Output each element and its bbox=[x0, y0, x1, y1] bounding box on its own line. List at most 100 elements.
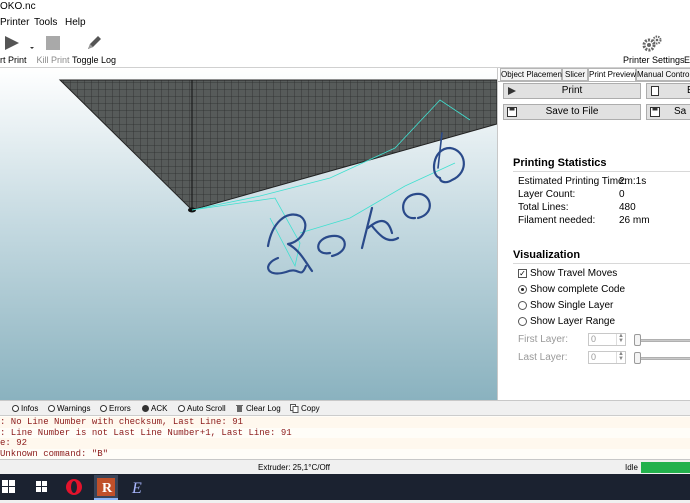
auto-scroll-label: Auto Scroll bbox=[187, 404, 226, 413]
filter-warnings-toggle[interactable]: Warnings bbox=[48, 404, 91, 413]
toggle-log-button[interactable]: Toggle Log bbox=[72, 33, 116, 66]
window-titlebar: OKO.nc bbox=[0, 0, 690, 14]
window-title: OKO.nc bbox=[0, 1, 36, 12]
toggle-icon bbox=[12, 405, 19, 412]
radio-selected-icon bbox=[518, 285, 527, 294]
spinner-arrows-icon[interactable]: ▲ ▼ bbox=[616, 351, 625, 363]
radio-icon bbox=[518, 301, 527, 310]
menu-help[interactable]: Help bbox=[65, 14, 86, 31]
app-e-icon[interactable]: E bbox=[131, 480, 142, 497]
first-layer-slider-thumb[interactable] bbox=[634, 334, 641, 346]
copy-icon bbox=[290, 404, 299, 413]
stat-label: Total Lines: bbox=[518, 202, 569, 213]
start-print-button[interactable]: rt Print bbox=[0, 33, 28, 66]
play-icon bbox=[508, 87, 516, 95]
stat-value: 480 bbox=[619, 202, 636, 213]
auto-scroll-toggle[interactable]: Auto Scroll bbox=[178, 404, 226, 413]
print-secondary-button[interactable]: E bbox=[646, 83, 690, 99]
first-layer-label: First Layer: bbox=[518, 334, 569, 345]
pencil-icon bbox=[88, 36, 101, 49]
log-line: : No Line Number with checksum, Last Lin… bbox=[0, 417, 690, 428]
start-print-dropdown[interactable] bbox=[28, 33, 36, 66]
first-layer-value: 0 bbox=[591, 334, 597, 344]
kill-print-label: Kill Print bbox=[36, 55, 70, 65]
document-icon bbox=[651, 86, 659, 96]
printer-state: Idle bbox=[625, 463, 638, 472]
copy-log-label: Copy bbox=[301, 404, 320, 413]
stat-label: Filament needed: bbox=[518, 215, 596, 226]
printing-statistics-title: Printing Statistics bbox=[513, 157, 607, 169]
menu-printer[interactable]: Printer bbox=[0, 14, 29, 31]
last-layer-value: 0 bbox=[591, 352, 597, 362]
taskbar: R E bbox=[0, 474, 690, 500]
extruder-status: Extruder: 25,1°C/Off bbox=[258, 463, 330, 472]
menu-tools[interactable]: Tools bbox=[34, 14, 57, 31]
first-layer-slider[interactable] bbox=[635, 339, 690, 342]
filter-ack-toggle[interactable]: ACK bbox=[142, 404, 167, 413]
print-button-label: Print bbox=[561, 85, 583, 96]
toggle-icon bbox=[48, 405, 55, 412]
last-layer-slider-thumb[interactable] bbox=[634, 352, 641, 364]
show-layer-range-label: Show Layer Range bbox=[530, 316, 616, 327]
gears-icon bbox=[642, 35, 662, 52]
stat-label: Layer Count: bbox=[518, 189, 576, 200]
kill-print-button[interactable]: Kill Print bbox=[36, 33, 70, 66]
save-secondary-label: Sa bbox=[674, 106, 687, 117]
filter-infos-label: Infos bbox=[21, 404, 39, 413]
save-secondary-button[interactable]: Sa bbox=[646, 104, 690, 120]
windows-start-icon[interactable] bbox=[2, 480, 15, 493]
last-layer-spinner[interactable]: 0 ▲ ▼ bbox=[588, 351, 626, 364]
show-single-layer-radio[interactable]: Show Single Layer bbox=[518, 300, 613, 311]
tab-object-placement[interactable]: Object Placement bbox=[500, 68, 564, 81]
last-layer-slider[interactable] bbox=[635, 357, 690, 360]
toggle-icon bbox=[100, 405, 107, 412]
save-icon bbox=[507, 107, 517, 117]
printer-settings-button[interactable]: Printer Settings bbox=[623, 33, 685, 66]
spinner-arrows-icon[interactable]: ▲ ▼ bbox=[616, 333, 625, 345]
3d-scene[interactable] bbox=[0, 68, 497, 400]
toolbar-cut-label: E bbox=[684, 55, 690, 65]
svg-text:R: R bbox=[102, 481, 113, 496]
menu-bar: Printer Tools Help bbox=[0, 14, 690, 31]
stat-value: 0 bbox=[619, 189, 625, 200]
toggle-icon bbox=[178, 405, 185, 412]
copy-log-button[interactable]: Copy bbox=[290, 404, 320, 413]
start-print-label: rt Print bbox=[0, 55, 27, 65]
show-layer-range-radio[interactable]: Show Layer Range bbox=[518, 316, 615, 327]
svg-text:E: E bbox=[131, 480, 142, 497]
radio-icon bbox=[518, 317, 527, 326]
save-to-file-label: Save to File bbox=[545, 106, 599, 117]
play-icon bbox=[5, 36, 19, 50]
filter-warnings-label: Warnings bbox=[57, 404, 91, 413]
last-layer-label: Last Layer: bbox=[518, 352, 568, 363]
save-to-file-button[interactable]: Save to File bbox=[503, 104, 641, 120]
tab-manual-control[interactable]: Manual Control bbox=[636, 68, 690, 81]
first-layer-spinner[interactable]: 0 ▲ ▼ bbox=[588, 333, 626, 346]
filter-infos-toggle[interactable]: Infos bbox=[12, 404, 38, 413]
show-travel-moves-label: Show Travel Moves bbox=[530, 268, 618, 279]
log-line: e: 92 bbox=[0, 438, 690, 449]
log-output[interactable]: : No Line Number with checksum, Last Lin… bbox=[0, 415, 690, 460]
toggle-icon bbox=[142, 405, 149, 412]
stat-label: Estimated Printing Time: bbox=[518, 176, 627, 187]
chevron-down-icon bbox=[30, 47, 34, 49]
visualization-title: Visualization bbox=[513, 249, 581, 261]
opera-icon[interactable] bbox=[66, 479, 82, 495]
print-button[interactable]: Print bbox=[503, 83, 641, 99]
3d-preview-viewport[interactable] bbox=[0, 68, 497, 400]
windows-logo-icon[interactable] bbox=[36, 481, 47, 492]
show-complete-code-label: Show complete Code bbox=[530, 284, 626, 295]
tab-slicer[interactable]: Slicer bbox=[562, 68, 588, 81]
filter-errors-toggle[interactable]: Errors bbox=[100, 404, 131, 413]
show-travel-moves-checkbox[interactable]: ✓ Show Travel Moves bbox=[518, 268, 617, 279]
printer-settings-label: Printer Settings bbox=[623, 55, 685, 65]
toggle-log-label: Toggle Log bbox=[72, 55, 117, 65]
stop-icon bbox=[46, 36, 60, 50]
repetier-icon[interactable]: R bbox=[94, 475, 118, 500]
show-complete-code-radio[interactable]: Show complete Code bbox=[518, 284, 625, 295]
filter-errors-label: Errors bbox=[109, 404, 131, 413]
tab-print-preview[interactable]: Print Preview bbox=[588, 68, 636, 82]
toolbar-cut-button[interactable]: E bbox=[684, 33, 690, 66]
log-filter-bar: Infos Warnings Errors ACK Auto Scroll Cl… bbox=[0, 400, 690, 415]
clear-log-button[interactable]: Clear Log bbox=[235, 404, 281, 413]
